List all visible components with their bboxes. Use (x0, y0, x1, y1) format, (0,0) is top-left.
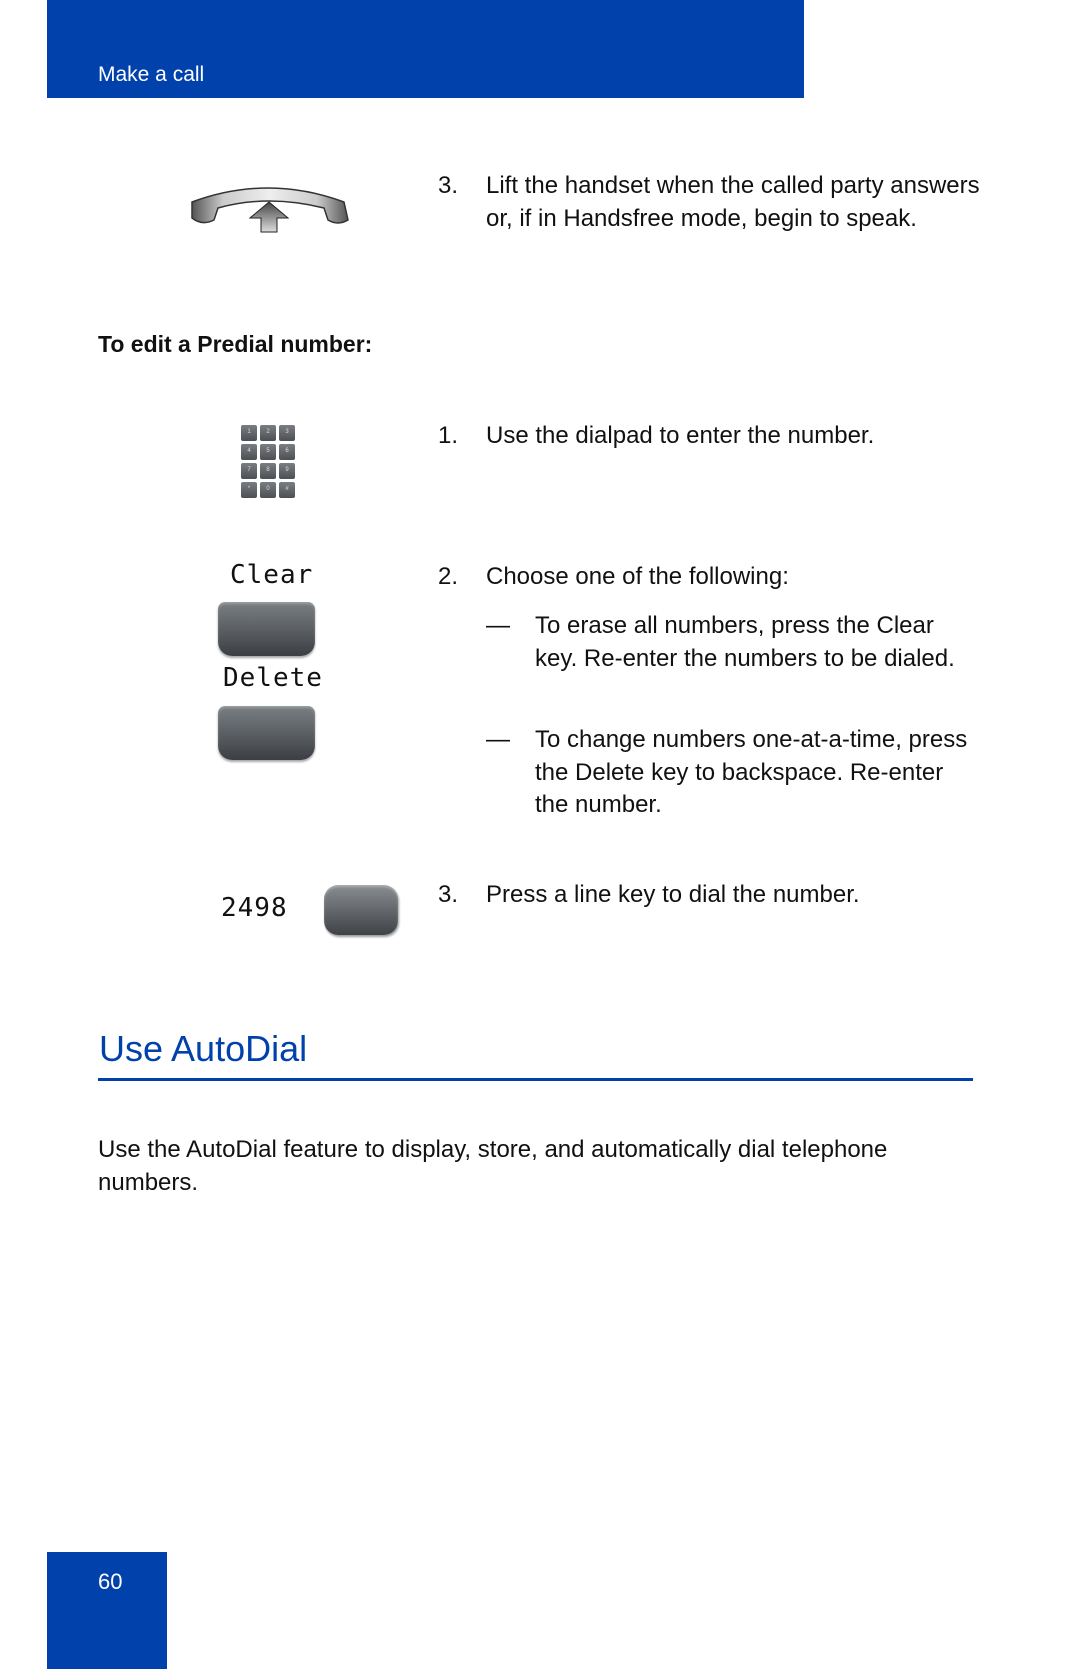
step-number: 1. (438, 422, 459, 449)
dialpad-key: 9 (279, 463, 295, 479)
clear-softkey-icon (218, 602, 315, 656)
dialpad-key: 2 (260, 425, 276, 441)
step-number: 2. (438, 563, 459, 590)
option-text: To erase all numbers, press the Clear ke… (535, 612, 955, 672)
chapter-title: Make a call (98, 63, 205, 86)
dialpad-key: 4 (241, 444, 257, 460)
section-title: Use AutoDial (99, 1028, 308, 1069)
dash-bullet: — (486, 612, 510, 639)
step-text: Press a line key to dial the number. (486, 881, 860, 908)
predial-subheading: To edit a Predial number: (98, 331, 373, 357)
clear-label: Clear (230, 560, 314, 590)
delete-softkey-icon (218, 706, 315, 760)
step-choose-option: 2. Choose one of the following: (438, 561, 998, 594)
step-lift-handset: 3. Lift the handset when the called part… (438, 170, 998, 232)
dialpad-key: 6 (279, 444, 295, 460)
dialpad-key: 1 (241, 425, 257, 441)
dialpad-key: 5 (260, 444, 276, 460)
step-text: Lift the handset when the called party a… (486, 172, 980, 232)
page-number: 60 (98, 1569, 123, 1594)
step-use-dialpad: 1. Use the dialpad to enter the number. (438, 420, 998, 453)
dialpad-key: 8 (260, 463, 276, 479)
dialpad-key: 3 (279, 425, 295, 441)
step-text: Use the dialpad to enter the number. (486, 422, 875, 449)
step-press-line-key: 3. Press a line key to dial the number. (438, 879, 998, 912)
dialpad-key: # (279, 482, 295, 498)
dialpad-key: * (241, 482, 257, 498)
dash-bullet: — (486, 726, 510, 753)
option-text: To change numbers one-at-a-time, press t… (535, 726, 968, 818)
display-number: 2498 (221, 893, 288, 923)
autodial-description: Use the AutoDial feature to display, sto… (98, 1136, 888, 1196)
delete-label: Delete (223, 663, 323, 693)
line-key-icon (324, 885, 398, 935)
dialpad-icon: 1 2 3 4 5 6 7 8 9 * 0 # (241, 425, 295, 498)
handset-lift-icon (188, 182, 350, 237)
step-number: 3. (438, 172, 459, 199)
dialpad-key: 0 (260, 482, 276, 498)
step-number: 3. (438, 881, 459, 908)
section-divider (98, 1078, 973, 1081)
step-text: Choose one of the following: (486, 563, 789, 590)
dialpad-key: 7 (241, 463, 257, 479)
